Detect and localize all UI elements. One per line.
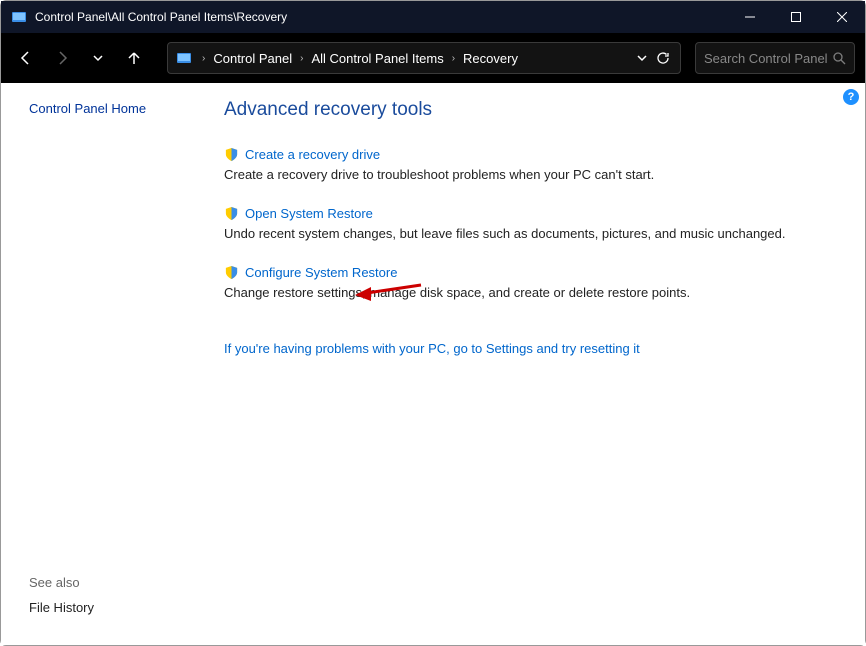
breadcrumb-root[interactable]: Control Panel [209, 51, 296, 66]
search-placeholder: Search Control Panel [704, 51, 833, 66]
address-bar[interactable]: › Control Panel › All Control Panel Item… [167, 42, 681, 74]
breadcrumb-leaf[interactable]: Recovery [459, 51, 522, 66]
forward-button[interactable] [47, 43, 77, 73]
up-button[interactable] [119, 43, 149, 73]
minimize-button[interactable] [727, 1, 773, 33]
reset-pc-link[interactable]: If you're having problems with your PC, … [224, 341, 640, 356]
chevron-right-icon[interactable]: › [448, 53, 459, 64]
shield-icon [224, 147, 239, 162]
content-area: ? Control Panel Home See also File Histo… [1, 83, 865, 645]
tool-create-recovery-drive: Create a recovery drive Create a recover… [224, 147, 835, 184]
tool-open-system-restore: Open System Restore Undo recent system c… [224, 206, 835, 243]
recent-button[interactable] [83, 43, 113, 73]
configure-system-restore-link[interactable]: Configure System Restore [245, 265, 397, 280]
maximize-button[interactable] [773, 1, 819, 33]
main-panel: Advanced recovery tools Create a recover… [206, 83, 865, 645]
create-recovery-drive-link[interactable]: Create a recovery drive [245, 147, 380, 162]
open-system-restore-link[interactable]: Open System Restore [245, 206, 373, 221]
back-button[interactable] [11, 43, 41, 73]
file-history-link[interactable]: File History [29, 600, 94, 615]
shield-icon [224, 265, 239, 280]
sidebar: Control Panel Home See also File History [1, 83, 206, 645]
search-input[interactable]: Search Control Panel [695, 42, 855, 74]
window-title: Control Panel\All Control Panel Items\Re… [35, 10, 727, 24]
refresh-icon[interactable] [656, 51, 670, 65]
chevron-right-icon[interactable]: › [198, 53, 209, 64]
chevron-right-icon[interactable]: › [296, 53, 307, 64]
titlebar: Control Panel\All Control Panel Items\Re… [1, 1, 865, 33]
see-also-label: See also [29, 575, 206, 590]
search-icon [833, 52, 846, 65]
tool-description: Undo recent system changes, but leave fi… [224, 225, 835, 243]
close-button[interactable] [819, 1, 865, 33]
control-panel-home-link[interactable]: Control Panel Home [29, 101, 206, 116]
chevron-down-icon[interactable] [636, 52, 648, 64]
control-panel-icon [176, 50, 192, 66]
see-also-section: See also File History [29, 575, 206, 645]
page-heading: Advanced recovery tools [224, 99, 835, 121]
tool-description: Create a recovery drive to troubleshoot … [224, 166, 835, 184]
help-icon[interactable]: ? [843, 89, 859, 105]
shield-icon [224, 206, 239, 221]
tool-description: Change restore settings, manage disk spa… [224, 284, 835, 302]
control-panel-icon [11, 9, 27, 25]
tool-configure-system-restore: Configure System Restore Change restore … [224, 265, 835, 302]
breadcrumb-mid[interactable]: All Control Panel Items [307, 51, 447, 66]
navbar: › Control Panel › All Control Panel Item… [1, 33, 865, 83]
